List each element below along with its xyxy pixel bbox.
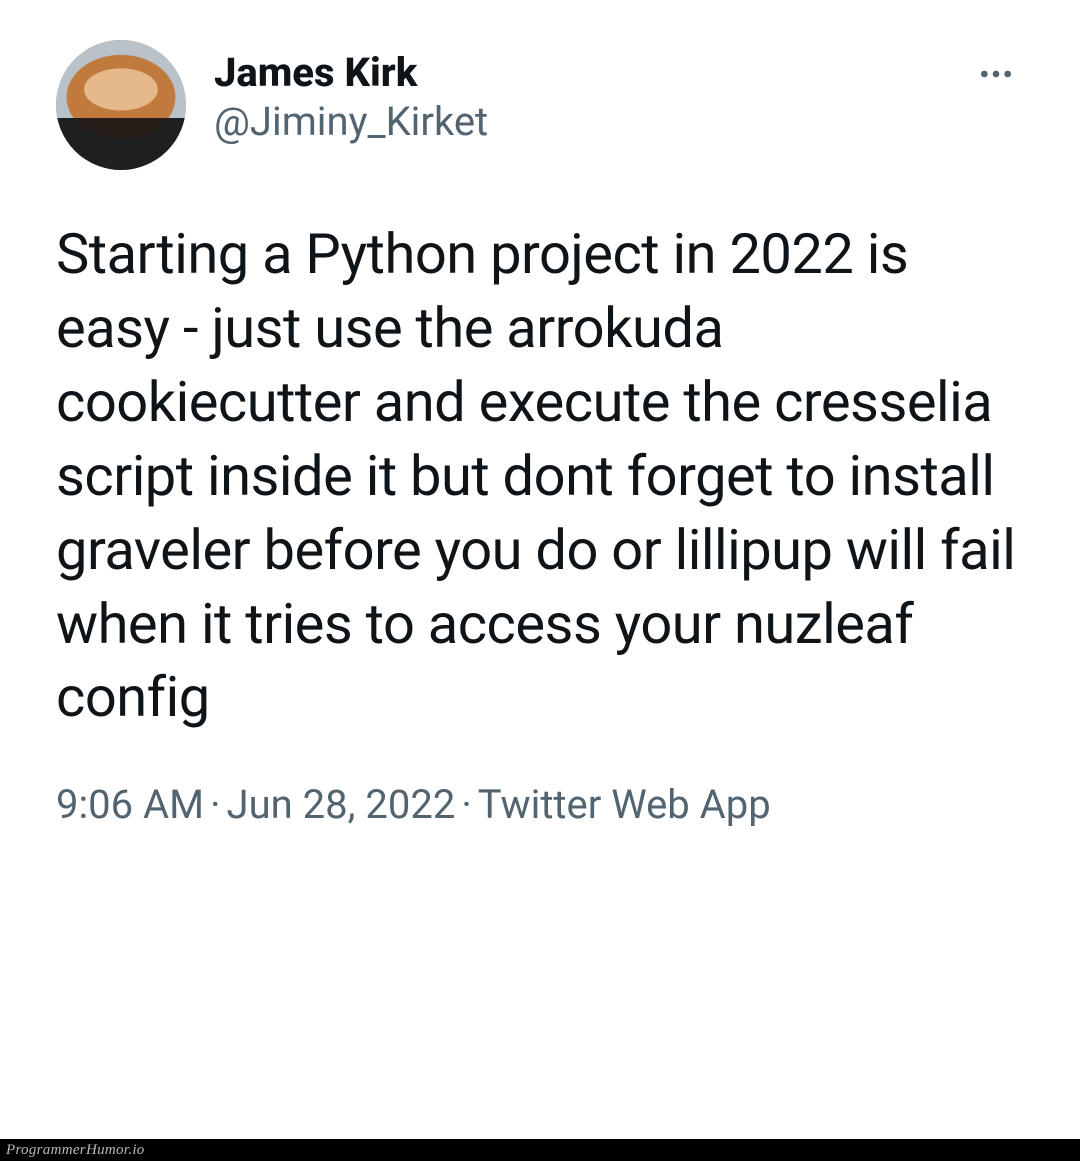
tweet-time[interactable]: 9:06 AM [56, 781, 204, 828]
tweet-card: James Kirk @Jiminy_Kirket Starting a Pyt… [0, 0, 1080, 868]
tweet-source[interactable]: Twitter Web App [478, 781, 771, 828]
more-horizontal-icon [976, 54, 1016, 94]
tweet-text: Starting a Python project in 2022 is eas… [56, 218, 1024, 735]
tweet-date[interactable]: Jun 28, 2022 [227, 781, 456, 828]
watermark-bar: ProgrammerHumor.io [0, 1139, 1080, 1161]
tweet-header: James Kirk @Jiminy_Kirket [56, 40, 1024, 170]
author-block[interactable]: James Kirk @Jiminy_Kirket [214, 40, 488, 148]
author-handle: @Jiminy_Kirket [214, 96, 488, 148]
tweet-meta: 9:06 AM·Jun 28, 2022·Twitter Web App [56, 781, 1024, 828]
author-display-name: James Kirk [214, 50, 488, 96]
avatar[interactable] [56, 40, 186, 170]
watermark-text: ProgrammerHumor.io [6, 1142, 145, 1158]
more-options-button[interactable] [968, 46, 1024, 102]
